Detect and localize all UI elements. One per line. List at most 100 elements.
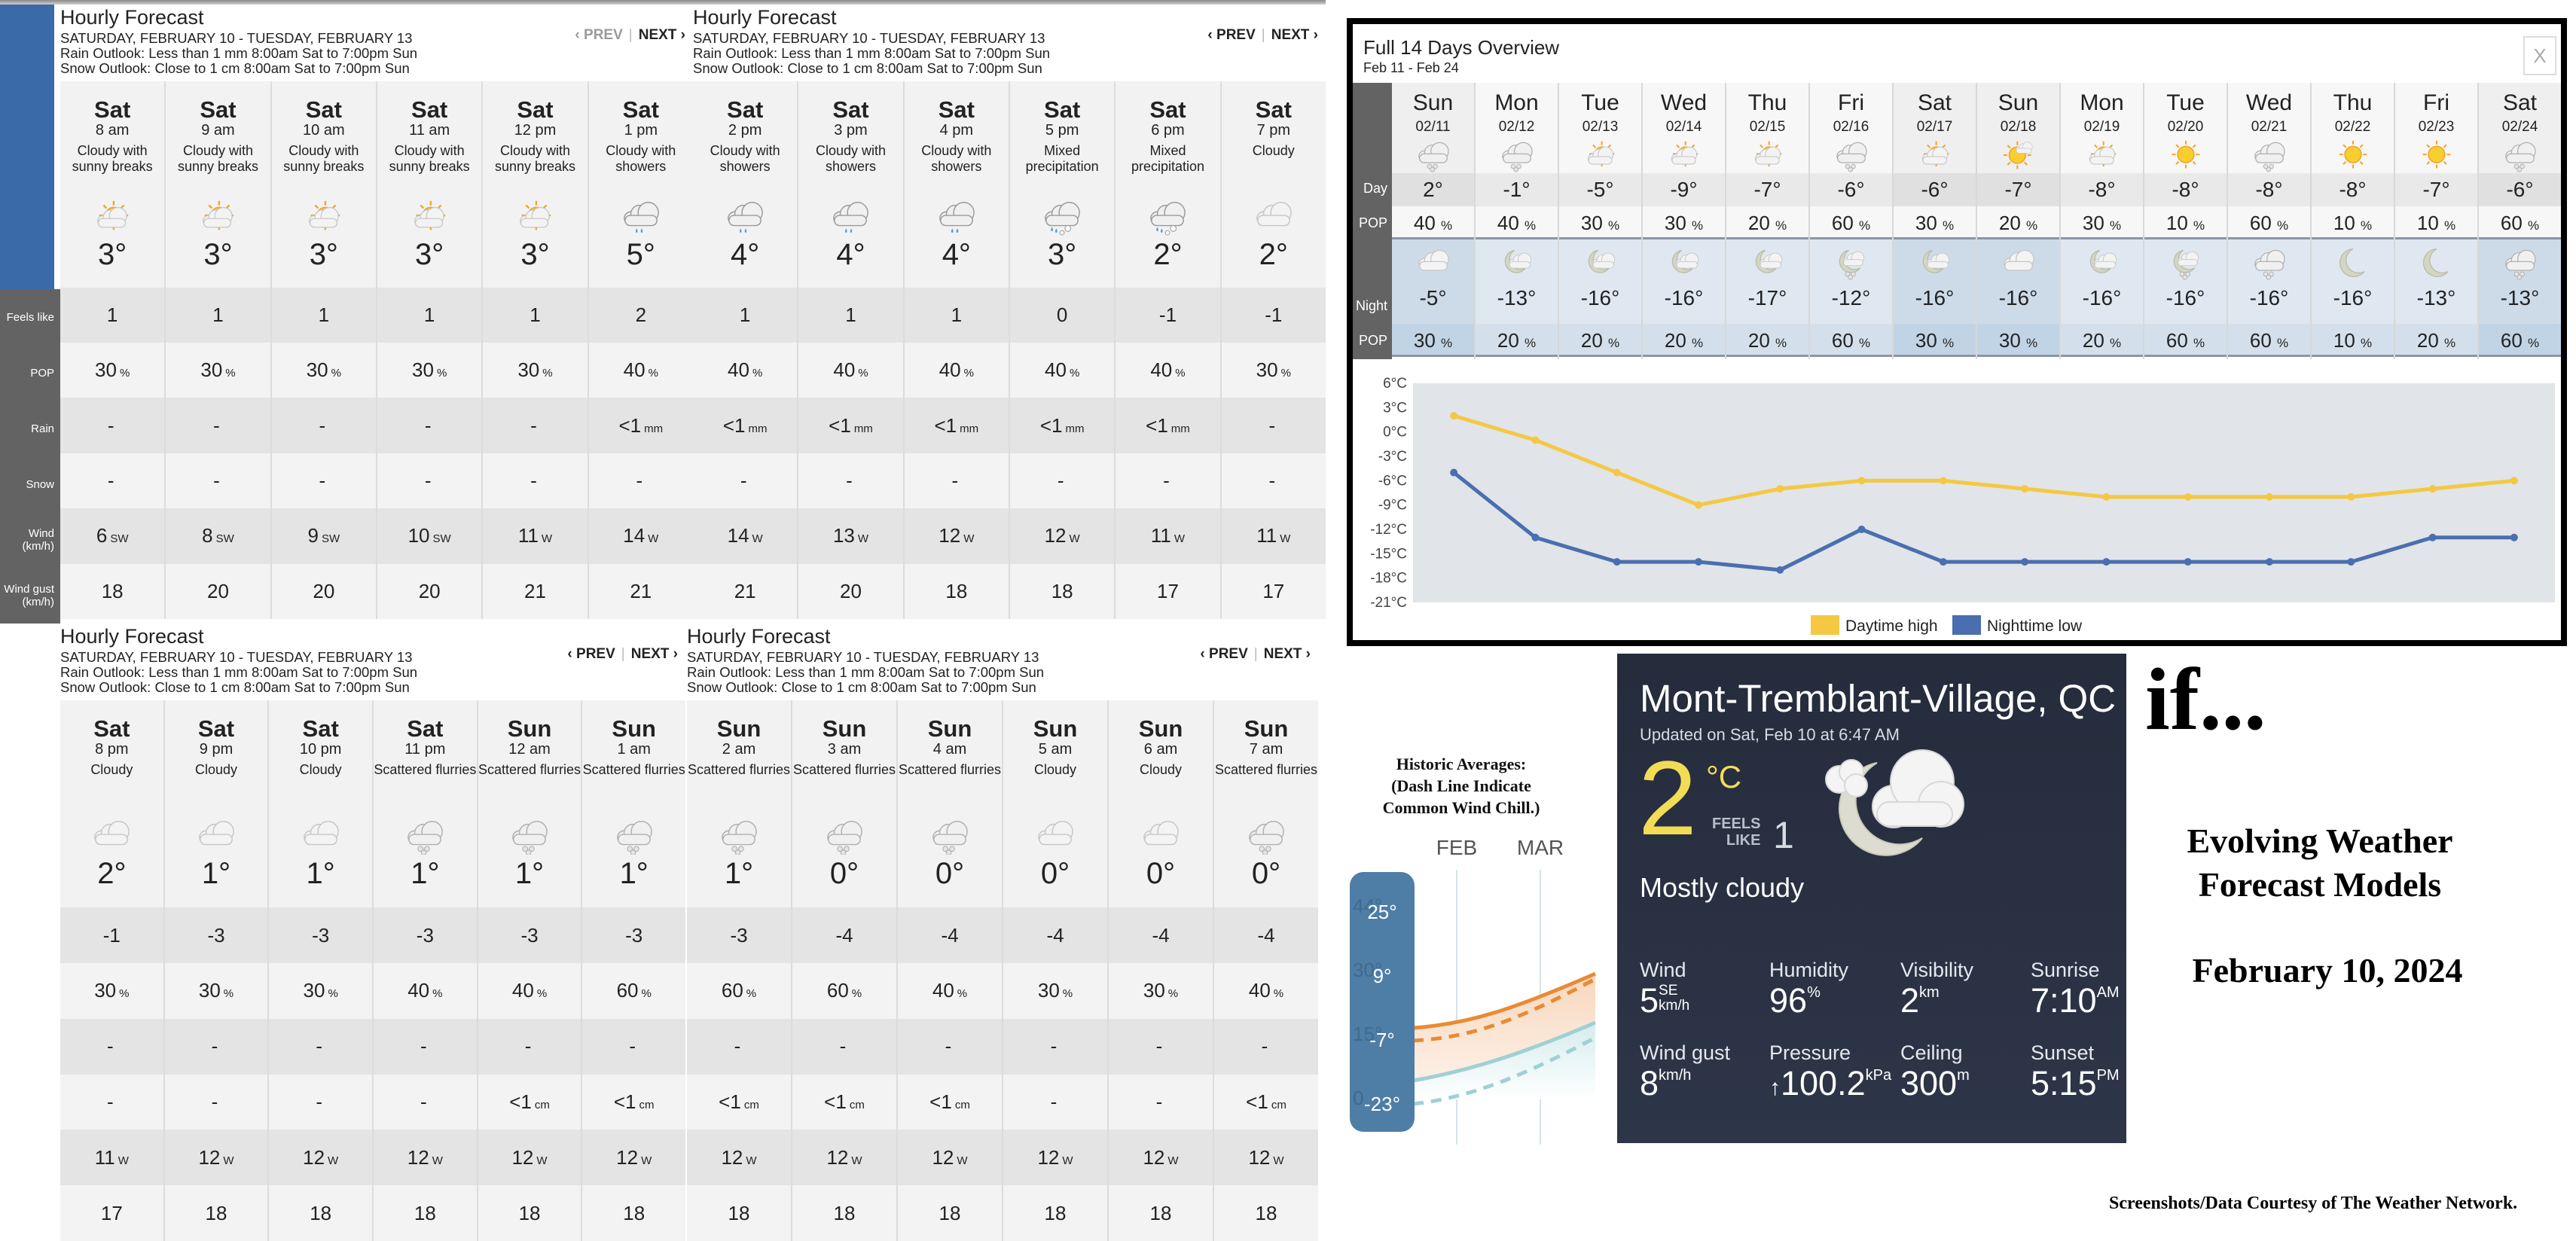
data-point[interactable] (2102, 558, 2111, 566)
hour-summary: Sat 10 pm Cloudy 1° (269, 700, 373, 908)
data-point[interactable] (2184, 492, 2192, 501)
cloud-icon (2003, 249, 2034, 271)
data-point[interactable] (2266, 492, 2273, 501)
data-point[interactable] (1531, 436, 1540, 444)
wind-gust-value: 20 (418, 579, 441, 602)
hour-time: 2 pm (728, 122, 762, 139)
data-point[interactable] (1857, 526, 1866, 533)
day-column[interactable]: Mon 02/19 -8° 30 % -16° 20 % (2061, 83, 2144, 359)
data-point[interactable] (2428, 533, 2437, 541)
hour-summary: Sat 1 pm Cloudy with showers 5° (588, 81, 693, 288)
day-date: 02/23 (2418, 119, 2455, 135)
day-column[interactable]: Sat 02/17 -6° 30 % -16° 30 % (1894, 83, 1977, 359)
hour-summary: Sat 2 pm Cloudy with showers 4° (693, 81, 798, 288)
day-column[interactable]: Wed 02/21 -8° 60 % -16° 60 % (2228, 83, 2312, 359)
next-button[interactable]: NEXT › (1271, 27, 1318, 43)
data-point[interactable] (2266, 558, 2273, 566)
cell-snow: - (1116, 453, 1220, 509)
day-column[interactable]: Mon 02/12 -1° 40 % -13° 20 % (1476, 83, 1559, 359)
snow-value: - (740, 469, 747, 492)
y-tick-label: 0°C (1383, 425, 1407, 441)
cell-wind: 10 SW (377, 508, 482, 564)
data-point[interactable] (1939, 477, 1947, 485)
data-point[interactable] (2102, 492, 2111, 501)
data-point[interactable] (1695, 558, 1702, 566)
next-button[interactable]: NEXT › (631, 646, 678, 662)
hour-day: Sun (822, 715, 867, 742)
day-column[interactable]: Sun 02/11 2° 40 % -5° 30 % (1392, 83, 1476, 359)
data-point[interactable] (1857, 477, 1866, 485)
rain-value: - (1155, 1035, 1163, 1058)
prev-button[interactable]: ‹ PREV (575, 27, 622, 43)
hour-column: Sat 10 pm Cloudy 1° -3 30% - - 12 W 18 (269, 700, 374, 1241)
legend-label[interactable]: Daytime high (1845, 617, 1938, 635)
data-point[interactable] (1776, 485, 1784, 493)
data-point[interactable] (2510, 533, 2518, 541)
day-column[interactable]: Fri 02/23 -7° 10 % -13° 20 % (2395, 83, 2479, 359)
cell-wind: 12 W (904, 508, 1009, 564)
day-column[interactable]: Fri 02/16 -6° 60 % -12° 60 % (1810, 83, 1894, 359)
hour-temperature: 2° (97, 857, 127, 890)
data-point[interactable] (2347, 558, 2355, 566)
data-point[interactable] (1450, 468, 1458, 477)
data-point[interactable] (2021, 558, 2029, 566)
day-date: 02/24 (2501, 119, 2538, 135)
day-column[interactable]: Tue 02/20 -8° 10 % -16° 60 % (2144, 83, 2228, 359)
data-point[interactable] (2428, 485, 2437, 493)
data-point[interactable] (1613, 558, 1621, 566)
day-column[interactable]: Sun 02/18 -7° 20 % -16° 30 % (1977, 83, 2061, 359)
data-point[interactable] (2510, 477, 2518, 485)
snow-value: <1 (929, 1090, 952, 1114)
data-point[interactable] (2347, 492, 2355, 501)
prev-button[interactable]: ‹ PREV (1200, 646, 1247, 662)
hour-temperature: 2° (1153, 238, 1183, 271)
data-point[interactable] (2021, 485, 2029, 493)
hour-column: Sun 12 am Scattered flurries 1° -3 40% - <1 cm 1… (478, 700, 583, 1241)
day-column[interactable]: Tue 02/13 -5° 30 % -16° 20 % (1559, 83, 1643, 359)
day-column[interactable]: Sat 02/24 -6° 60 % -13° 60 % (2479, 83, 2561, 359)
cell-feels: -3 (269, 907, 373, 964)
wind-gust-value: 18 (1255, 1201, 1277, 1224)
data-point[interactable] (1450, 412, 1458, 420)
stat-label: Sunset (2031, 1041, 2095, 1064)
cell-pop: 30% (166, 343, 270, 398)
night-section: -16° (1559, 239, 1641, 324)
cell-gust: 18 (582, 1185, 686, 1241)
cell-rain: - (377, 398, 482, 453)
hour-summary: Sat 8 am Cloudy with sunny breaks 3° (60, 81, 165, 288)
cell-pop: 40% (693, 343, 798, 398)
data-point[interactable] (1939, 558, 1947, 566)
close-button[interactable]: X (2523, 36, 2556, 75)
hour-temperature: 3° (98, 238, 127, 271)
night-section: -13° (2395, 239, 2477, 324)
hour-column: Sat 8 am Cloudy with sunny breaks 3° 1 30% - -… (60, 81, 166, 620)
cell-wind: 14 W (588, 508, 693, 564)
hour-day: Sat (407, 715, 444, 742)
pop-unit: % (119, 987, 130, 1001)
day-column[interactable]: Thu 02/22 -8° 10 % -16° 10 % (2312, 83, 2395, 359)
cell-gust: 18 (898, 1185, 1002, 1241)
data-point[interactable] (1613, 468, 1621, 477)
data-point[interactable] (1531, 533, 1540, 541)
cell-rain: <1 mm (1116, 398, 1220, 453)
data-point[interactable] (1695, 501, 1702, 509)
pop-unit: % (1859, 218, 1871, 233)
next-button[interactable]: NEXT › (1264, 646, 1311, 662)
prev-button[interactable]: ‹ PREV (567, 646, 615, 662)
cell-wind: 12 W (478, 1130, 581, 1186)
day-column[interactable]: Thu 02/15 -7° 20 % -17° 20 % (1726, 83, 1810, 359)
prev-button[interactable]: ‹ PREV (1207, 27, 1255, 43)
legend-label[interactable]: Nighttime low (1987, 617, 2083, 635)
partly-sunny-icon (308, 200, 340, 230)
cell-feels: -1 (1221, 287, 1326, 343)
data-point[interactable] (1776, 566, 1784, 574)
stat-sunset: Sunset 5:15PM (2031, 1041, 2166, 1100)
next-button[interactable]: NEXT › (639, 27, 685, 43)
hour-summary: Sat 11 am Cloudy with sunny breaks 3° (377, 81, 482, 288)
snow-value: - (424, 469, 432, 492)
hour-column: Sat 11 pm Scattered flurries 1° -3 40% - -12 W 1… (374, 700, 478, 1241)
data-point[interactable] (2184, 558, 2192, 566)
cell-pop: 40% (478, 963, 581, 1019)
wind-direction: W (963, 532, 975, 546)
day-column[interactable]: Wed 02/14 -9° 30 % -16° 20 % (1643, 83, 1726, 359)
